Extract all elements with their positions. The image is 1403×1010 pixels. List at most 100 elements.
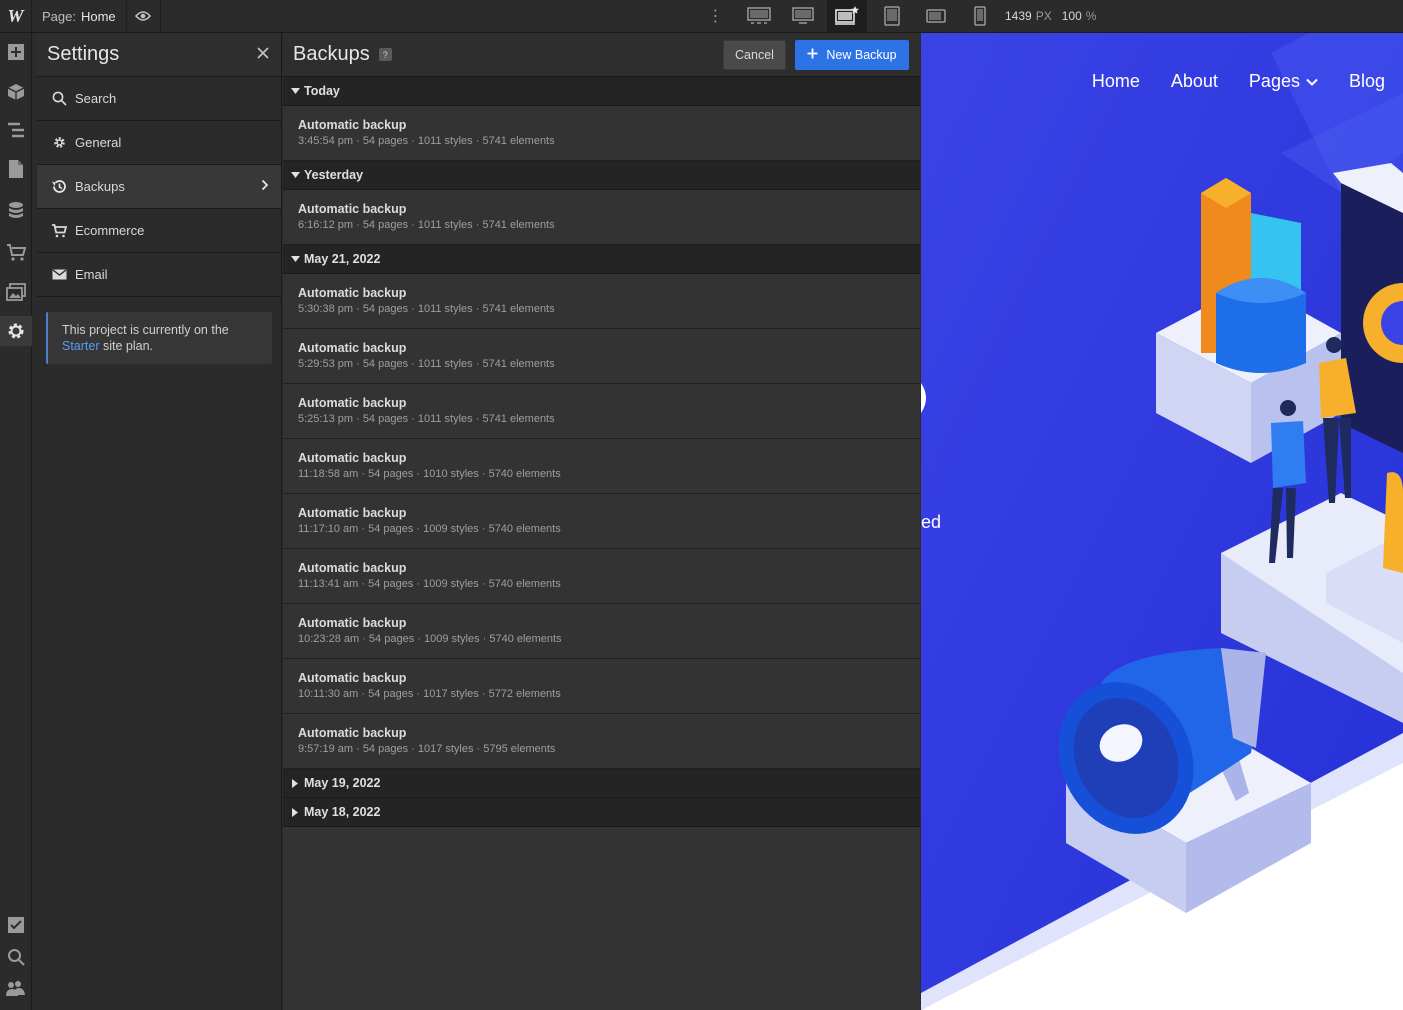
backup-row[interactable]: Automatic backup 11:17:10 am · 54 pages ·…	[283, 494, 920, 549]
backup-group-label: May 18, 2022	[304, 805, 381, 819]
backup-meta: 3:45:54 pm · 54 pages · 1011 styles · 57…	[298, 135, 555, 147]
nav-link-blog[interactable]: Blog	[1349, 71, 1385, 92]
envelope-icon	[49, 269, 69, 280]
users-icon[interactable]	[0, 974, 32, 1004]
history-icon	[49, 179, 69, 194]
nav-link-about[interactable]: About	[1171, 71, 1218, 92]
backup-meta: 11:17:10 am · 54 pages · 1009 styles · 5…	[298, 523, 561, 535]
help-icon[interactable]: ?	[378, 48, 392, 61]
pages-icon[interactable]	[0, 154, 32, 184]
plus-icon	[807, 48, 818, 62]
caret-down-icon	[289, 88, 301, 94]
nav-link-pages[interactable]: Pages	[1249, 71, 1318, 92]
backups-title: Backups	[293, 43, 370, 65]
backup-row[interactable]: Automatic backup 6:16:12 pm · 54 pages · …	[283, 190, 920, 245]
backup-row[interactable]: Automatic backup 9:57:19 am · 54 pages · …	[283, 714, 920, 769]
backup-group-header[interactable]: May 21, 2022	[283, 245, 920, 274]
backup-group-header[interactable]: May 19, 2022	[283, 769, 920, 798]
backup-meta: 5:30:38 pm · 54 pages · 1011 styles · 57…	[298, 303, 555, 315]
backup-name: Automatic backup	[298, 341, 407, 355]
mobile-landscape-icon[interactable]	[916, 0, 956, 32]
base-breakpoint-icon[interactable]	[827, 0, 867, 32]
plan-note-text: This project is currently on the	[62, 323, 229, 337]
symbols-cube-icon[interactable]	[0, 77, 32, 107]
backups-list: Today Automatic backup 3:45:54 pm · 54 pag…	[283, 77, 920, 827]
site-preview-canvas[interactable]: ed Home About Pages Blog	[921, 33, 1403, 1010]
cart-icon	[49, 223, 69, 238]
backup-meta: 11:18:58 am · 54 pages · 1010 styles · 5…	[298, 468, 561, 480]
cms-database-icon[interactable]	[0, 196, 32, 226]
settings-item-backups[interactable]: Backups	[37, 165, 281, 209]
cancel-button[interactable]: Cancel	[723, 40, 786, 70]
top-toolbar: W Page: Home ⋮ 1439 PX 100 %	[0, 0, 1403, 33]
page-selector[interactable]: Page: Home	[32, 0, 127, 32]
backup-name: Automatic backup	[298, 396, 407, 410]
backup-row[interactable]: Automatic backup 11:13:41 am · 54 pages ·…	[283, 549, 920, 604]
more-options-icon[interactable]: ⋮	[706, 0, 724, 32]
large-desktop-icon[interactable]	[739, 0, 779, 32]
mobile-portrait-icon[interactable]	[960, 0, 1000, 32]
backup-group-header[interactable]: Yesterday	[283, 161, 920, 190]
navigator-icon[interactable]	[0, 115, 32, 145]
backup-name: Automatic backup	[298, 506, 407, 520]
backup-group-header[interactable]: May 18, 2022	[283, 798, 920, 827]
width-value[interactable]: 1439	[1005, 9, 1032, 23]
settings-gear-icon[interactable]	[0, 316, 32, 346]
search-icon[interactable]	[0, 942, 32, 972]
backup-row[interactable]: Automatic backup 10:11:30 am · 54 pages ·…	[283, 659, 920, 714]
backup-name: Automatic backup	[298, 118, 407, 132]
left-icon-rail	[0, 33, 32, 1010]
plan-notice: This project is currently on the Starter…	[46, 312, 272, 364]
settings-item-email[interactable]: Email	[37, 253, 281, 297]
tablet-icon[interactable]	[872, 0, 912, 32]
backup-meta: 11:13:41 am · 54 pages · 1009 styles · 5…	[298, 578, 561, 590]
ecommerce-cart-icon[interactable]	[0, 237, 32, 267]
settings-item-label: Ecommerce	[75, 223, 145, 238]
close-icon[interactable]	[257, 46, 269, 64]
audit-checkbox-icon[interactable]	[0, 910, 32, 940]
backup-row[interactable]: Automatic backup 10:23:28 am · 54 pages ·…	[283, 604, 920, 659]
backup-group-label: May 21, 2022	[304, 252, 381, 266]
backup-row[interactable]: Automatic backup 3:45:54 pm · 54 pages · …	[283, 106, 920, 161]
backup-group-header[interactable]: Today	[283, 77, 920, 106]
assets-icon[interactable]	[0, 277, 32, 307]
settings-item-general[interactable]: General	[37, 121, 281, 165]
preview-eye-icon[interactable]	[127, 0, 161, 32]
backup-name: Automatic backup	[298, 671, 407, 685]
chevron-down-icon	[1306, 78, 1318, 86]
backup-group-label: May 19, 2022	[304, 776, 381, 790]
new-backup-button[interactable]: New Backup	[795, 40, 909, 70]
backup-meta: 10:11:30 am · 54 pages · 1017 styles · 5…	[298, 688, 561, 700]
backup-meta: 10:23:28 am · 54 pages · 1009 styles · 5…	[298, 633, 562, 645]
add-panel-icon[interactable]	[0, 37, 32, 67]
caret-right-icon	[289, 807, 301, 817]
width-unit: PX	[1035, 9, 1052, 23]
backup-meta: 5:29:53 pm · 54 pages · 1011 styles · 57…	[298, 358, 555, 370]
starter-plan-link[interactable]: Starter	[62, 339, 100, 353]
settings-header: Settings	[37, 33, 281, 77]
plan-note-suffix: site plan.	[103, 339, 154, 353]
caret-right-icon	[289, 778, 301, 788]
nav-link-home[interactable]: Home	[1092, 71, 1140, 92]
settings-item-label: General	[75, 135, 122, 150]
backup-name: Automatic backup	[298, 616, 407, 630]
settings-item-label: Backups	[75, 179, 125, 194]
nav-pages-label: Pages	[1248, 71, 1300, 91]
webflow-logo[interactable]: W	[0, 0, 32, 32]
settings-item-ecommerce[interactable]: Ecommerce	[37, 209, 281, 253]
backup-meta: 6:16:12 pm · 54 pages · 1011 styles · 57…	[298, 219, 555, 231]
backup-group-label: Today	[304, 84, 340, 98]
zoom-value[interactable]: 100	[1062, 9, 1082, 23]
settings-item-search[interactable]: Search	[37, 77, 281, 121]
desktop-icon[interactable]	[783, 0, 823, 32]
hero-illustration: ed	[921, 33, 1403, 1010]
backup-row[interactable]: Automatic backup 11:18:58 am · 54 pages ·…	[283, 439, 920, 494]
backup-row[interactable]: Automatic backup 5:25:13 pm · 54 pages · …	[283, 384, 920, 439]
gear-icon	[49, 136, 69, 149]
backup-row[interactable]: Automatic backup 5:30:38 pm · 54 pages · …	[283, 274, 920, 329]
caret-down-icon	[289, 172, 301, 178]
backup-row[interactable]: Automatic backup 5:29:53 pm · 54 pages · …	[283, 329, 920, 384]
site-navigation: Home About Pages Blog	[1092, 71, 1385, 92]
backup-name: Automatic backup	[298, 726, 407, 740]
new-backup-label: New Backup	[826, 48, 897, 62]
